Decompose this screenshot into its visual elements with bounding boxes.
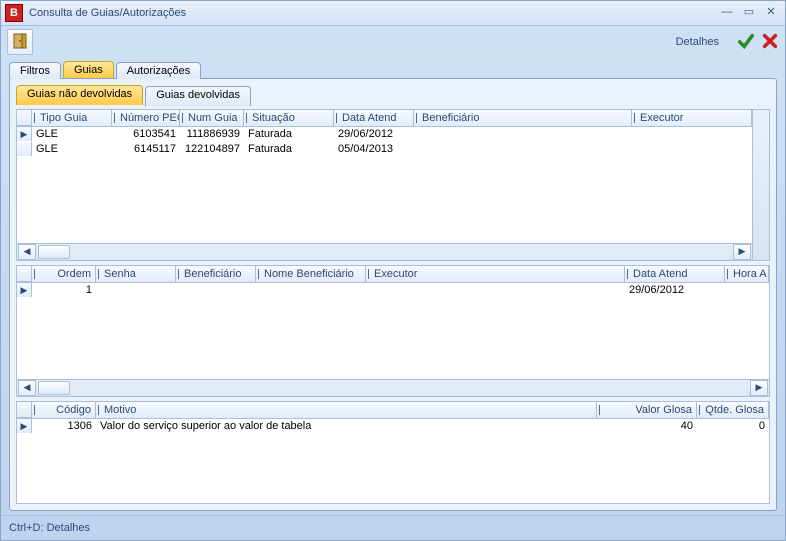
row-indicator-header (17, 402, 32, 418)
cell (256, 283, 366, 297)
tab-guias[interactable]: Guias (63, 61, 114, 78)
tab-guias-devolvidas[interactable]: Guias devolvidas (145, 86, 251, 106)
cell: 1306 (32, 419, 96, 433)
app-icon: B (5, 4, 23, 22)
col-valor-glosa[interactable]: Valor Glosa (597, 402, 697, 418)
scroll-thumb[interactable] (38, 381, 70, 395)
col-beneficiario[interactable]: Beneficiário (176, 266, 256, 282)
cell: 0 (697, 419, 769, 433)
minimize-button[interactable]: — (717, 6, 737, 20)
cell (176, 283, 256, 297)
maximize-button[interactable]: ▭ (739, 6, 759, 20)
col-executor[interactable]: Executor (366, 266, 625, 282)
grid-ordem-body[interactable]: ▶ 1 29/06/2012 (17, 283, 769, 379)
cell: 1 (32, 283, 96, 297)
window-title: Consulta de Guias/Autorizações (29, 7, 715, 19)
grid-ordem: Ordem Senha Beneficiário Nome Beneficiár… (16, 265, 770, 397)
col-beneficiario[interactable]: Beneficiário (414, 110, 632, 126)
tab-autorizacoes[interactable]: Autorizações (116, 62, 202, 79)
status-hint: Ctrl+D: Detalhes (9, 522, 90, 534)
col-num-guia[interactable]: Num Guia (180, 110, 244, 126)
col-data-atend[interactable]: Data Atend (334, 110, 414, 126)
grid-glosa-body[interactable]: ▶ 1306 Valor do serviço superior ao valo… (17, 419, 769, 503)
content-panel: Guias não devolvidas Guias devolvidas Ti… (9, 78, 777, 511)
tab-filtros[interactable]: Filtros (9, 62, 61, 79)
scroll-left-icon[interactable]: ◀ (18, 244, 36, 260)
col-senha[interactable]: Senha (96, 266, 176, 282)
col-data-atend[interactable]: Data Atend (625, 266, 725, 282)
grid-glosa-header: Código Motivo Valor Glosa Qtde. Glosa (17, 402, 769, 419)
scroll-left-icon[interactable]: ◀ (18, 380, 36, 396)
sub-tabstrip: Guias não devolvidas Guias devolvidas (16, 85, 770, 105)
cancel-button[interactable] (761, 32, 779, 53)
scroll-right-icon[interactable]: ▶ (733, 244, 751, 260)
cell: 29/06/2012 (334, 127, 414, 141)
row-indicator-icon: ▶ (17, 127, 32, 141)
cell (414, 142, 632, 156)
grid-ordem-hscroll[interactable]: ◀ ▶ (17, 379, 769, 396)
cell: Valor do serviço superior ao valor de ta… (96, 419, 597, 433)
col-hora-a[interactable]: Hora A (725, 266, 769, 282)
cell: 6103541 (112, 127, 180, 141)
window: B Consulta de Guias/Autorizações — ▭ ✕ D… (0, 0, 786, 541)
row-indicator-icon: ▶ (17, 283, 32, 297)
col-tipo-guia[interactable]: Tipo Guia (32, 110, 112, 126)
main-tabstrip: Filtros Guias Autorizações (1, 58, 785, 78)
table-row[interactable]: GLE 6145117 122104897 Faturada 05/04/201… (17, 142, 752, 157)
cell: 6145117 (112, 142, 180, 156)
grid-guias-header: Tipo Guia Número PEG Num Guia Situação D… (17, 110, 752, 127)
exit-button[interactable] (7, 29, 33, 55)
table-row[interactable]: ▶ 1306 Valor do serviço superior ao valo… (17, 419, 769, 434)
scroll-track[interactable] (38, 245, 731, 259)
titlebar: B Consulta de Guias/Autorizações — ▭ ✕ (1, 1, 785, 26)
check-icon (737, 41, 755, 53)
grid-ordem-header: Ordem Senha Beneficiário Nome Beneficiár… (17, 266, 769, 283)
row-indicator-icon: ▶ (17, 419, 32, 433)
cell (96, 283, 176, 297)
cell: 29/06/2012 (625, 283, 725, 297)
cell: Faturada (244, 127, 334, 141)
row-indicator-header (17, 266, 32, 282)
grid-glosa: Código Motivo Valor Glosa Qtde. Glosa ▶ … (16, 401, 770, 504)
cell (366, 283, 625, 297)
table-row[interactable]: ▶ GLE 6103541 111886939 Faturada 29/06/2… (17, 127, 752, 142)
statusbar: Ctrl+D: Detalhes (1, 515, 785, 540)
cell (414, 127, 632, 141)
tab-guias-nao-devolvidas[interactable]: Guias não devolvidas (16, 85, 143, 105)
scroll-thumb[interactable] (38, 245, 70, 259)
col-qtde-glosa[interactable]: Qtde. Glosa (697, 402, 769, 418)
x-icon (761, 41, 779, 53)
col-executor[interactable]: Executor (632, 110, 752, 126)
grid-guias-vscroll[interactable] (752, 110, 769, 260)
cell: GLE (32, 142, 112, 156)
cell (725, 283, 769, 297)
cell: Faturada (244, 142, 334, 156)
cell: GLE (32, 127, 112, 141)
cell: 05/04/2013 (334, 142, 414, 156)
scroll-right-icon[interactable]: ▶ (750, 380, 768, 396)
grid-guias-hscroll[interactable]: ◀ ▶ (17, 243, 752, 260)
col-situacao[interactable]: Situação (244, 110, 334, 126)
door-icon (12, 33, 28, 52)
cell (632, 142, 752, 156)
col-numero-peg[interactable]: Número PEG (112, 110, 180, 126)
grid-guias-body[interactable]: ▶ GLE 6103541 111886939 Faturada 29/06/2… (17, 127, 752, 243)
close-button[interactable]: ✕ (761, 6, 781, 20)
cell (632, 127, 752, 141)
grid-guias: Tipo Guia Número PEG Num Guia Situação D… (16, 109, 770, 261)
row-indicator-icon (17, 142, 32, 156)
confirm-button[interactable] (737, 32, 755, 53)
col-motivo[interactable]: Motivo (96, 402, 597, 418)
details-link[interactable]: Detalhes (676, 36, 719, 48)
cell: 40 (597, 419, 697, 433)
row-indicator-header (17, 110, 32, 126)
col-ordem[interactable]: Ordem (32, 266, 96, 282)
scroll-track[interactable] (38, 381, 748, 395)
col-codigo[interactable]: Código (32, 402, 96, 418)
cell: 111886939 (180, 127, 244, 141)
col-nome-beneficiario[interactable]: Nome Beneficiário (256, 266, 366, 282)
table-row[interactable]: ▶ 1 29/06/2012 (17, 283, 769, 298)
toolbar: Detalhes (1, 26, 785, 58)
cell: 122104897 (180, 142, 244, 156)
